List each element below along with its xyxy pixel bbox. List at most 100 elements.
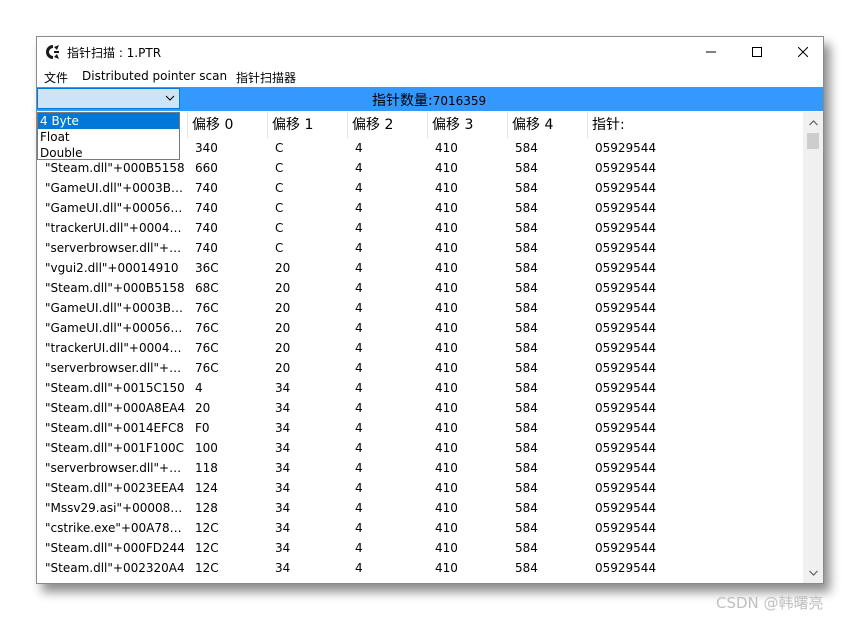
cell-offset-3: 410 bbox=[435, 421, 458, 435]
cell-offset-1: 34 bbox=[275, 461, 291, 475]
table-row[interactable]: "GameUI.dll"+00056C24 76C 20 4 410 584 0592954… bbox=[37, 318, 803, 338]
cell-offset-0: 12C bbox=[195, 541, 219, 555]
cell-offset-1: C bbox=[275, 181, 284, 195]
cell-base-address: "trackerUI.dll"+0004E4... bbox=[45, 341, 188, 355]
cell-pointer: 05929544 bbox=[595, 401, 657, 415]
cell-offset-0: 118 bbox=[195, 461, 218, 475]
cell-base-address: "Steam.dll"+0023EEA4 bbox=[45, 481, 185, 495]
pointer-count-label: 指针数量:7016359 bbox=[372, 90, 486, 110]
table-row[interactable]: "GameUI.dll"+0003B834 740 C 4 410 584 05929544 bbox=[37, 178, 803, 198]
cell-offset-0: 340 bbox=[195, 141, 218, 155]
table-row[interactable]: "Steam.dll"+000B5158 660 C 4 410 584 05929544 bbox=[37, 158, 803, 178]
table-row[interactable]: "trackerUI.dll"+0004E4... 76C 20 4 410 584 059… bbox=[37, 338, 803, 358]
cell-offset-0: F0 bbox=[195, 421, 210, 435]
cell-offset-1: 20 bbox=[275, 321, 291, 335]
menu-distributed-pointer-scan[interactable]: Distributed pointer scan bbox=[82, 69, 227, 83]
cell-offset-0: 12C bbox=[195, 521, 219, 535]
table-row[interactable]: "serverbrowser.dll"+0... 118 34 4 410 584 0592… bbox=[37, 458, 803, 478]
table-row[interactable]: "serverbrowser.dll"+0... 76C 20 4 410 584 0592… bbox=[37, 358, 803, 378]
table-row[interactable]: "Steam.dll"+001F100C 100 34 4 410 584 05929544 bbox=[37, 438, 803, 458]
table-row[interactable]: "GameUI.dll"+0003B834 76C 20 4 410 584 0592954… bbox=[37, 298, 803, 318]
table-row[interactable]: "Steam.dll"+002320A4 12C 34 4 410 584 05929544 bbox=[37, 558, 803, 578]
table-row[interactable]: "trackerUI.dll"+0004E4... 740 C 4 410 584 0592… bbox=[37, 218, 803, 238]
cell-offset-4: 584 bbox=[515, 461, 538, 475]
cell-base-address: "serverbrowser.dll"+0... bbox=[45, 361, 188, 375]
menu-bar: 文件 Distributed pointer scan 指针扫描器 bbox=[37, 67, 823, 87]
cell-base-address: "vgui2.dll"+00014910 bbox=[45, 261, 179, 275]
cell-offset-1: 34 bbox=[275, 501, 291, 515]
pointer-count-value: 7016359 bbox=[432, 94, 487, 108]
cell-pointer: 05929544 bbox=[595, 541, 657, 555]
cell-pointer: 05929544 bbox=[595, 461, 657, 475]
cell-offset-2: 4 bbox=[355, 501, 363, 515]
cell-base-address: "Steam.dll"+002320A4 bbox=[45, 561, 185, 575]
table-row[interactable]: "Steam.dll"+000B5158 68C 20 4 410 584 05929544 bbox=[37, 278, 803, 298]
menu-pointer-scanner[interactable]: 指针扫描器 bbox=[236, 69, 296, 86]
cell-base-address: "GameUI.dll"+0003B834 bbox=[45, 181, 188, 195]
cell-offset-4: 584 bbox=[515, 261, 538, 275]
title-bar[interactable]: 指针扫描 : 1.PTR bbox=[37, 37, 823, 67]
cell-offset-3: 410 bbox=[435, 161, 458, 175]
cell-offset-3: 410 bbox=[435, 441, 458, 455]
header-offset-4[interactable]: 偏移 4 bbox=[508, 112, 588, 138]
cell-offset-1: 20 bbox=[275, 281, 291, 295]
dropdown-option-4byte[interactable]: 4 Byte bbox=[38, 113, 179, 129]
cell-offset-0: 76C bbox=[195, 341, 219, 355]
cell-offset-4: 584 bbox=[515, 421, 538, 435]
cell-offset-4: 584 bbox=[515, 241, 538, 255]
cell-offset-2: 4 bbox=[355, 161, 363, 175]
close-button[interactable] bbox=[780, 37, 823, 67]
vertical-scrollbar[interactable] bbox=[803, 112, 823, 583]
table-row[interactable]: "Steam.dll"+0023EEA4 124 34 4 410 584 05929544 bbox=[37, 478, 803, 498]
cell-offset-2: 4 bbox=[355, 521, 363, 535]
scroll-up-button[interactable] bbox=[803, 114, 823, 131]
cell-offset-1: C bbox=[275, 201, 284, 215]
dropdown-option-float[interactable]: Float bbox=[38, 129, 179, 145]
header-offset-2[interactable]: 偏移 2 bbox=[348, 112, 428, 138]
scroll-down-button[interactable] bbox=[803, 564, 823, 581]
cell-offset-3: 410 bbox=[435, 401, 458, 415]
table-row[interactable]: "Steam.dll"+0015C150 4 34 4 410 584 05929544 bbox=[37, 378, 803, 398]
cell-offset-1: 34 bbox=[275, 381, 291, 395]
cell-offset-0: 76C bbox=[195, 361, 219, 375]
header-offset-3[interactable]: 偏移 3 bbox=[428, 112, 508, 138]
cell-offset-0: 68C bbox=[195, 281, 219, 295]
cell-offset-0: 76C bbox=[195, 301, 219, 315]
table-row[interactable]: "Steam.dll"+0014EFC8 F0 34 4 410 584 05929544 bbox=[37, 418, 803, 438]
cell-offset-2: 4 bbox=[355, 441, 363, 455]
cell-offset-1: 34 bbox=[275, 401, 291, 415]
value-type-select[interactable] bbox=[37, 88, 180, 109]
table-row[interactable]: "serverbrowser.dll"+0... 740 C 4 410 584 05929… bbox=[37, 238, 803, 258]
cell-offset-2: 4 bbox=[355, 321, 363, 335]
cell-offset-3: 410 bbox=[435, 481, 458, 495]
cell-pointer: 05929544 bbox=[595, 181, 657, 195]
header-pointer[interactable]: 指针: bbox=[588, 112, 803, 138]
window-title: 指针扫描 : 1.PTR bbox=[67, 46, 162, 60]
cell-offset-2: 4 bbox=[355, 421, 363, 435]
table-row[interactable]: "Steam.dll"+000A8EA4 20 34 4 410 584 05929544 bbox=[37, 398, 803, 418]
cell-offset-2: 4 bbox=[355, 201, 363, 215]
cell-base-address: "serverbrowser.dll"+0... bbox=[45, 461, 188, 475]
scroll-thumb[interactable] bbox=[807, 133, 819, 149]
cell-pointer: 05929544 bbox=[595, 421, 657, 435]
dropdown-option-double[interactable]: Double bbox=[38, 145, 179, 161]
maximize-button[interactable] bbox=[734, 37, 780, 67]
cell-offset-4: 584 bbox=[515, 141, 538, 155]
close-icon bbox=[798, 47, 808, 57]
cell-offset-2: 4 bbox=[355, 141, 363, 155]
table-row[interactable]: "GameUI.dll"+00056C24 740 C 4 410 584 05929544 bbox=[37, 198, 803, 218]
cell-offset-2: 4 bbox=[355, 481, 363, 495]
cell-base-address: "trackerUI.dll"+0004E4... bbox=[45, 221, 188, 235]
table-row[interactable]: "cstrike.exe"+00A781... 12C 34 4 410 584 05929… bbox=[37, 518, 803, 538]
cell-pointer: 05929544 bbox=[595, 281, 657, 295]
table-row[interactable]: "Mssv29.asi"+00008990 128 34 4 410 584 0592954… bbox=[37, 498, 803, 518]
cell-offset-4: 584 bbox=[515, 301, 538, 315]
table-row[interactable]: "vgui2.dll"+00014910 36C 20 4 410 584 05929544 bbox=[37, 258, 803, 278]
menu-file[interactable]: 文件 bbox=[44, 69, 68, 86]
cell-offset-2: 4 bbox=[355, 541, 363, 555]
cell-offset-2: 4 bbox=[355, 361, 363, 375]
minimize-button[interactable] bbox=[688, 37, 734, 67]
table-row[interactable]: "Steam.dll"+000FD244 12C 34 4 410 584 05929544 bbox=[37, 538, 803, 558]
header-offset-1[interactable]: 偏移 1 bbox=[268, 112, 348, 138]
header-offset-0[interactable]: 偏移 0 bbox=[188, 112, 268, 138]
